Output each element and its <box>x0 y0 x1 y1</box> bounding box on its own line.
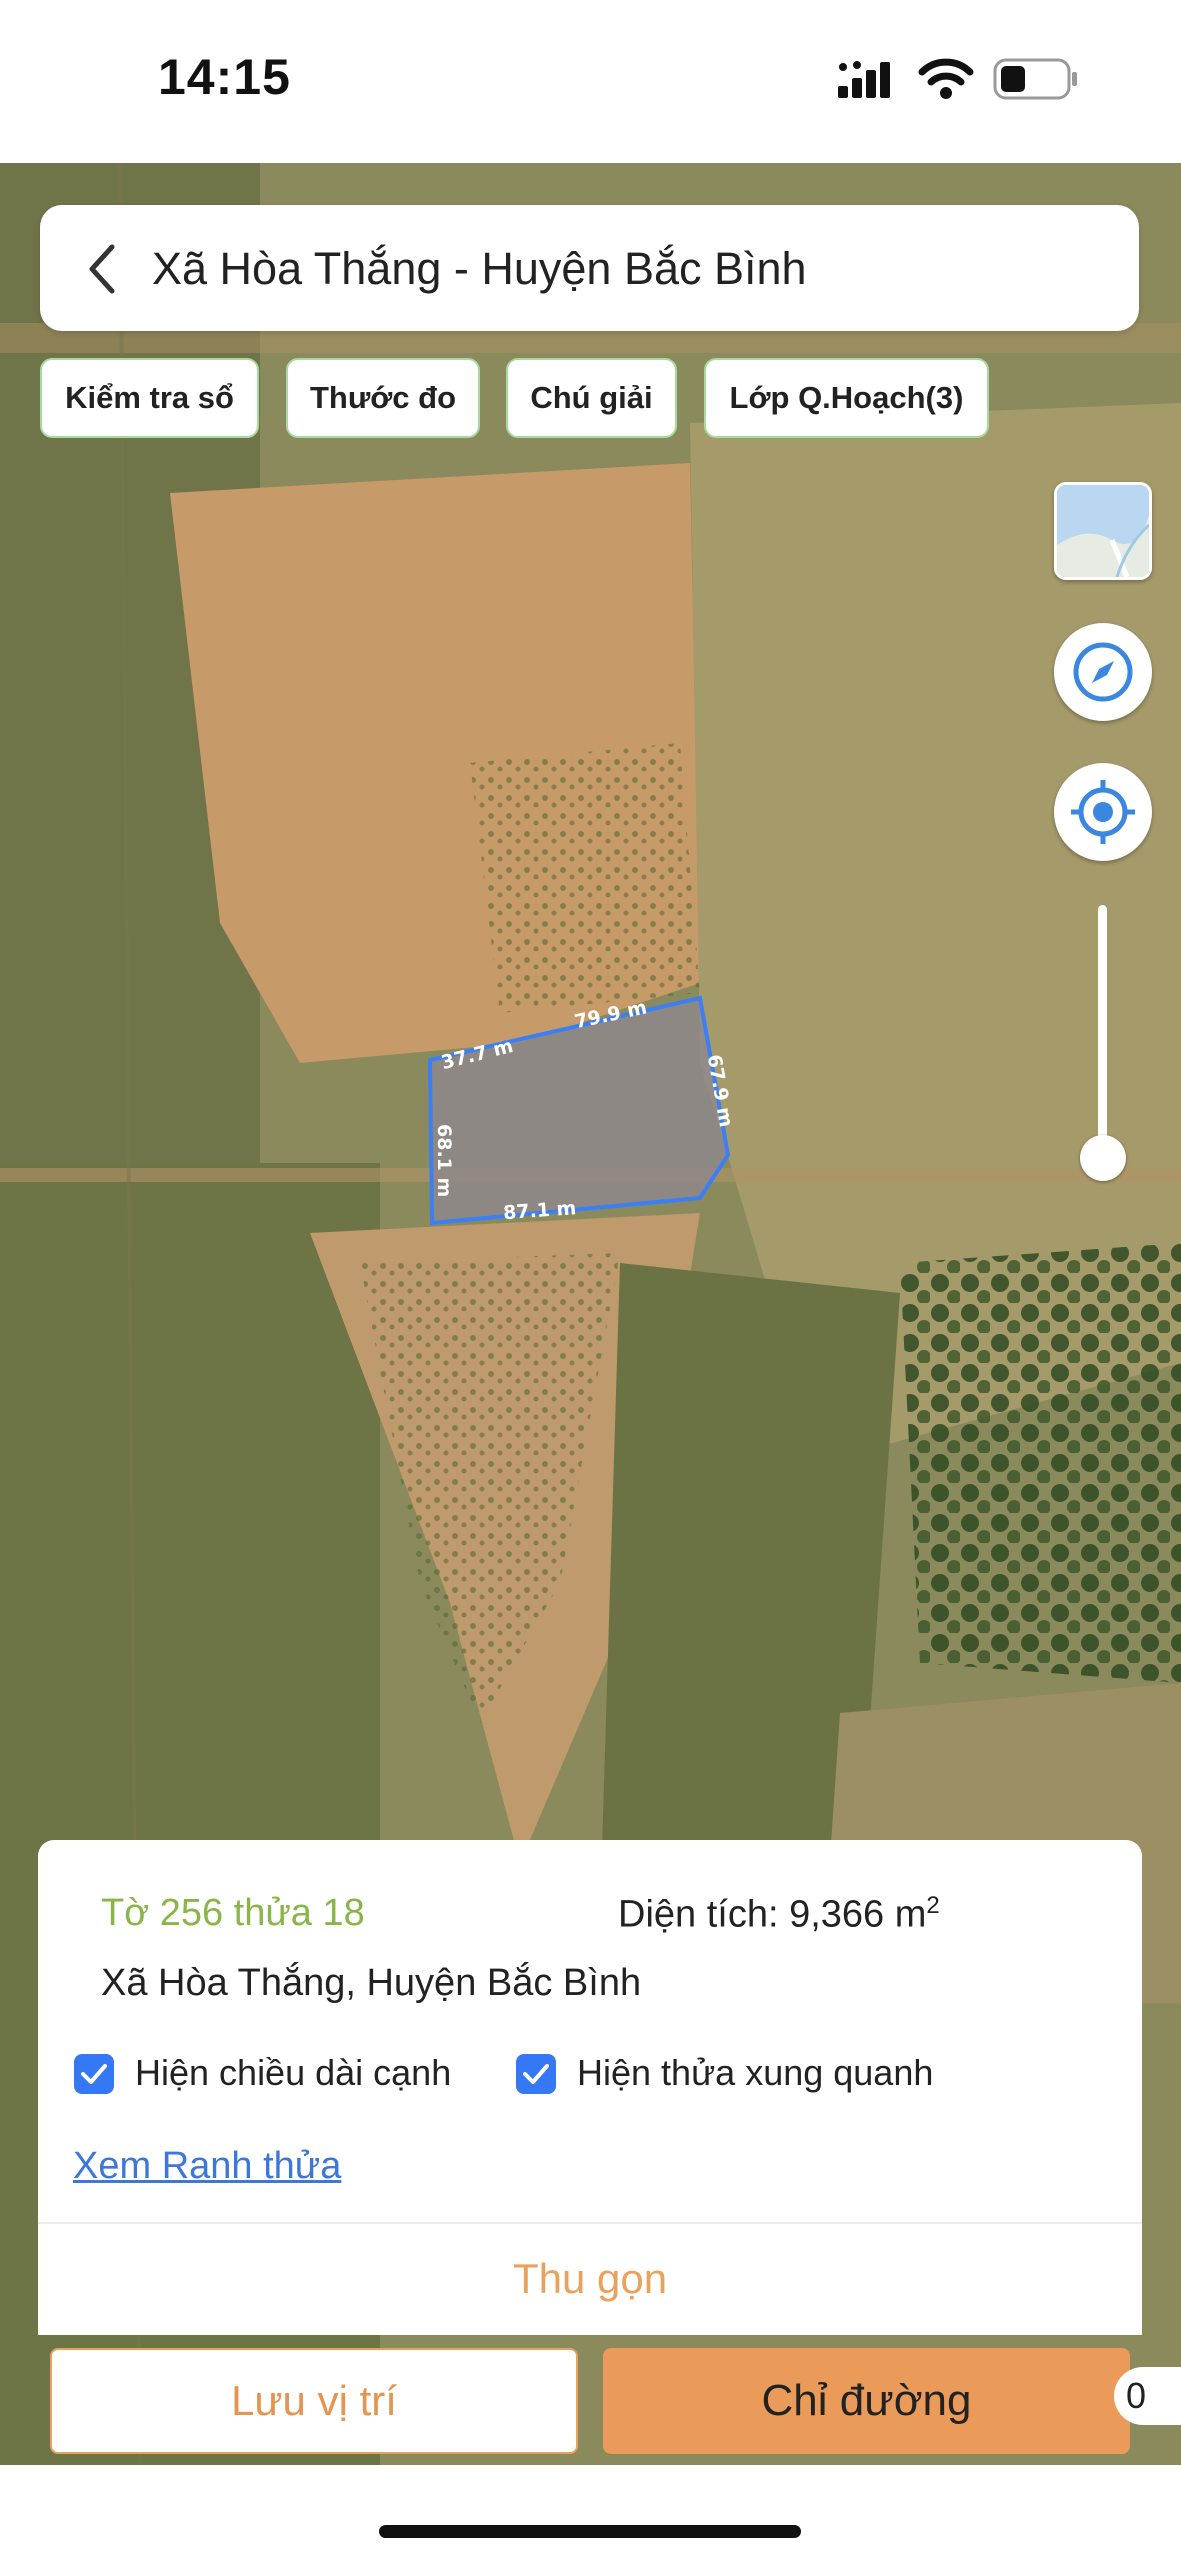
edge-label: 68.1 m <box>433 1124 455 1197</box>
location-title: Xã Hòa Thắng - Huyện Bắc Bình <box>152 243 807 294</box>
checkmark-icon <box>523 2064 549 2084</box>
chip-check-book[interactable]: Kiểm tra sổ <box>40 358 259 438</box>
home-indicator[interactable] <box>379 2525 801 2538</box>
show-edge-length-label[interactable]: Hiện chiều dài cạnh <box>135 2052 451 2094</box>
zoom-slider-thumb[interactable] <box>1080 1135 1126 1181</box>
side-badge[interactable]: 0 <box>1114 2367 1181 2425</box>
edge-label: 37.7 m <box>439 1035 515 1074</box>
collapse-button[interactable]: Thu gọn <box>38 2222 1142 2335</box>
chip-ruler[interactable]: Thước đo <box>286 358 480 438</box>
compass-icon <box>1073 642 1133 702</box>
directions-button[interactable]: Chỉ đường <box>603 2348 1130 2454</box>
map-type-button[interactable] <box>1054 482 1152 580</box>
edge-label: 79.9 m <box>573 996 649 1033</box>
edge-label: 87.1 m <box>502 1197 577 1224</box>
compass-button[interactable] <box>1054 623 1152 721</box>
parcel-address: Xã Hòa Thắng, Huyện Bắc Bình <box>101 1962 642 2004</box>
zoom-slider-track[interactable] <box>1098 905 1107 1157</box>
chip-legend[interactable]: Chú giải <box>506 358 677 438</box>
parcel-area: Diện tích: 9,366 m2 <box>618 1892 940 1936</box>
view-boundary-link[interactable]: Xem Ranh thửa <box>73 2145 341 2188</box>
location-header: Xã Hòa Thắng - Huyện Bắc Bình <box>40 205 1139 331</box>
home-area <box>0 2465 1181 2560</box>
my-location-button[interactable] <box>1054 763 1152 861</box>
map-layer-icon <box>1057 485 1149 577</box>
chip-planning-layers[interactable]: Lớp Q.Hoạch(3) <box>704 358 989 438</box>
save-location-button[interactable]: Lưu vị trí <box>50 2348 578 2454</box>
parcel-id: Tờ 256 thửa 18 <box>101 1892 365 1934</box>
checkmark-icon <box>81 2064 107 2084</box>
back-arrow-icon[interactable] <box>82 241 122 297</box>
show-neighbor-parcels-checkbox[interactable] <box>516 2054 556 2094</box>
location-target-icon <box>1071 780 1135 844</box>
parcel-info-sheet: Tờ 256 thửa 18 Diện tích: 9,366 m2 Xã Hò… <box>38 1840 1142 2335</box>
edge-label: 67.9 m <box>703 1053 737 1129</box>
show-neighbor-parcels-label[interactable]: Hiện thửa xung quanh <box>577 2052 933 2094</box>
show-edge-length-checkbox[interactable] <box>74 2054 114 2094</box>
